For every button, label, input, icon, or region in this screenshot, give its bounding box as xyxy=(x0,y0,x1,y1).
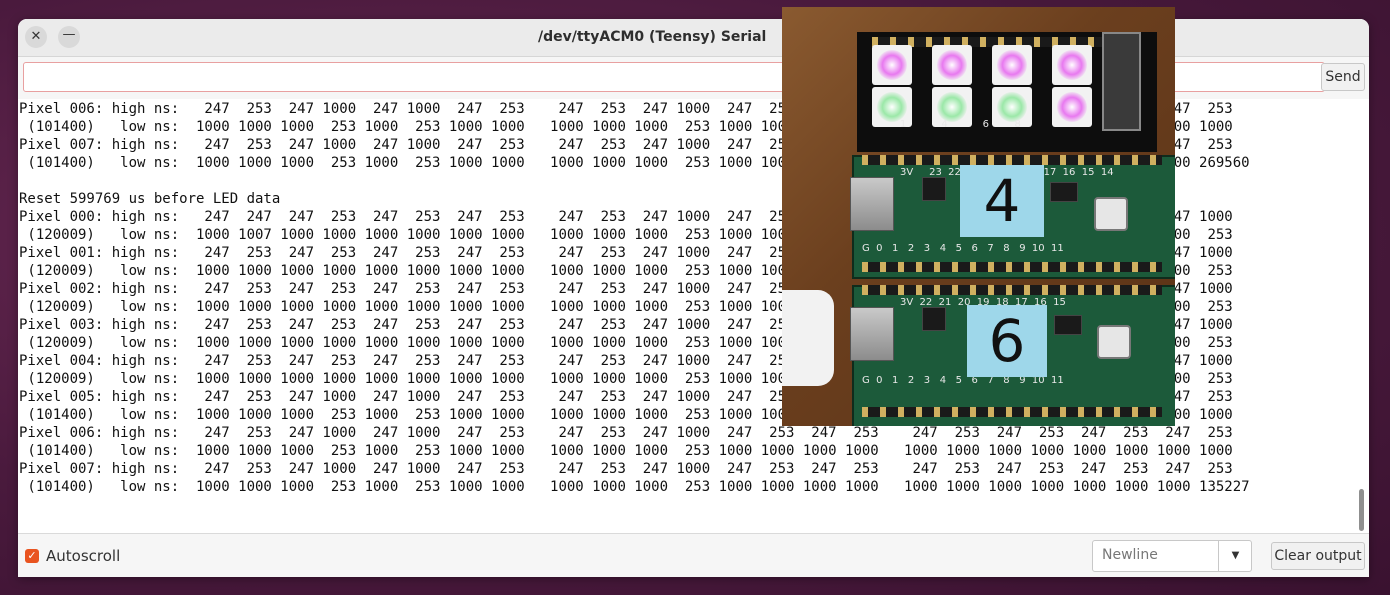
line-ending-select[interactable]: Newline ▼ xyxy=(1092,540,1252,572)
header-pins xyxy=(862,262,1162,272)
teensy-boards-photo: 1 4 6 8 3V 23 22 21 20 19 18 17 16 15 14… xyxy=(782,7,1175,426)
chevron-down-icon[interactable]: ▼ xyxy=(1218,541,1252,571)
header-pins xyxy=(862,155,1162,165)
chip xyxy=(1050,182,1078,202)
line-ending-value: Newline xyxy=(1102,547,1158,563)
silkscreen-bottom: G 0 1 2 3 4 5 6 7 8 9 10 11 xyxy=(862,243,1064,254)
led-board-silkscreen: 1 4 6 8 xyxy=(900,119,1021,130)
chip xyxy=(922,307,946,331)
led-glow-pink xyxy=(997,50,1027,80)
board-label-6: 6 xyxy=(967,305,1047,377)
close-icon[interactable]: ✕ xyxy=(25,26,47,48)
board-label-4: 4 xyxy=(960,165,1044,237)
output-line: Pixel 007: high ns: 247 253 247 1000 247… xyxy=(19,461,1233,477)
output-line: Pixel 006: high ns: 247 253 247 1000 247… xyxy=(19,425,1233,441)
led-glow-green xyxy=(877,92,907,122)
autoscroll-checkbox[interactable]: ✓ xyxy=(25,549,39,563)
led-glow-pink xyxy=(1057,92,1087,122)
output-line: (101400) low ns: 1000 1000 1000 253 1000… xyxy=(19,443,1233,459)
send-button[interactable]: Send xyxy=(1321,63,1365,91)
led-glow-green xyxy=(937,92,967,122)
vertical-scrollbar[interactable] xyxy=(1359,489,1364,531)
led-glow-pink xyxy=(937,50,967,80)
usb-port xyxy=(850,307,894,361)
output-line: Reset 599769 us before LED data xyxy=(19,191,281,207)
chip xyxy=(1054,315,1082,335)
led-glow-pink xyxy=(877,50,907,80)
header-pins xyxy=(862,285,1162,295)
usb-port xyxy=(850,177,894,231)
program-button xyxy=(1097,325,1131,359)
clear-output-button[interactable]: Clear output xyxy=(1271,542,1365,570)
header-pins xyxy=(862,407,1162,417)
footer-bar: ✓ Autoscroll Newline ▼ Clear output xyxy=(18,533,1369,577)
autoscroll-label: Autoscroll xyxy=(46,547,121,565)
slide-switch xyxy=(1102,32,1141,131)
usb-cable xyxy=(782,290,834,386)
minimize-icon[interactable]: — xyxy=(58,26,80,48)
led-glow-green xyxy=(997,92,1027,122)
output-line: (101400) low ns: 1000 1000 1000 253 1000… xyxy=(19,479,1250,495)
led-glow-pink xyxy=(1057,50,1087,80)
chip xyxy=(922,177,946,201)
program-button xyxy=(1094,197,1128,231)
